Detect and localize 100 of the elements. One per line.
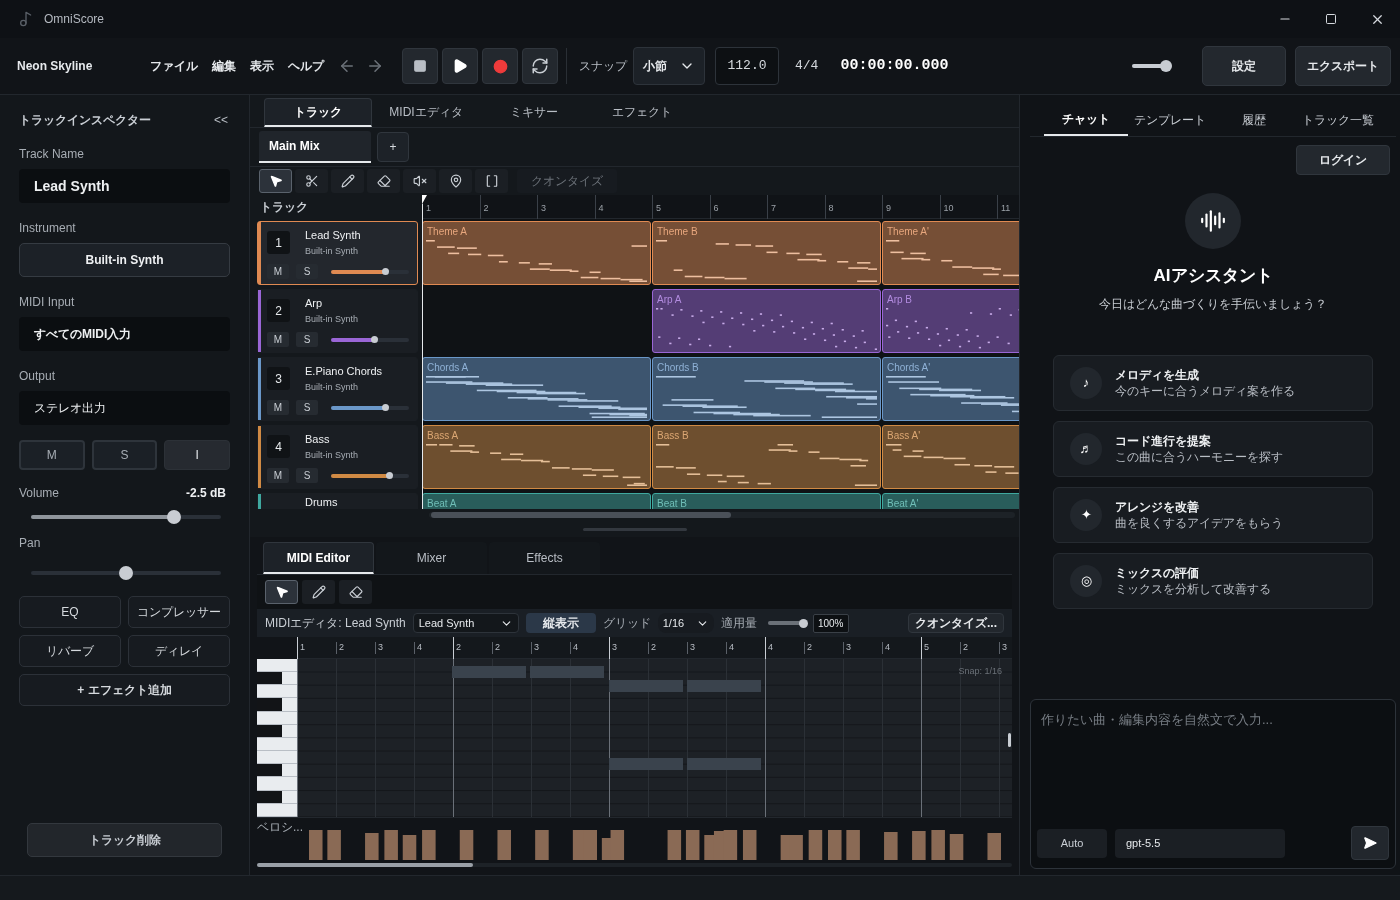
master-volume-slider[interactable] [1132, 60, 1172, 72]
tool-button[interactable] [295, 169, 328, 194]
track-header[interactable]: 1 Lead Synth Built-in Synth M S [257, 221, 418, 286]
clip[interactable]: Beat A' [882, 493, 1019, 510]
clip[interactable]: Bass A [422, 425, 651, 490]
track-volume-slider[interactable] [331, 472, 409, 480]
slider-thumb[interactable] [119, 566, 133, 580]
toggle-button[interactable]: I [164, 440, 230, 470]
tool-button[interactable] [475, 169, 508, 194]
menu-item[interactable]: ヘルプ [286, 57, 326, 75]
track-volume-slider[interactable] [331, 336, 409, 344]
chat-input-field[interactable]: 作りたい曲・編集内容を自然文で入力... [1031, 700, 1395, 826]
view-tab[interactable]: トラック [264, 97, 372, 127]
effect-button[interactable]: EQ [19, 596, 121, 628]
editor-tool-button[interactable] [339, 580, 372, 604]
toggle-button[interactable]: M [19, 440, 85, 470]
clip[interactable]: Theme A' [882, 221, 1019, 286]
view-tab[interactable]: MIDIエディタ [372, 97, 480, 127]
mode-button[interactable]: Auto [1037, 828, 1107, 858]
input-field[interactable]: すべてのMIDI入力 [19, 317, 230, 351]
clip[interactable]: Chords A' [882, 357, 1019, 422]
mute-button[interactable]: M [267, 332, 289, 348]
model-field[interactable]: gpt-5.5 [1115, 828, 1285, 858]
assistant-tab[interactable]: 履歴 [1212, 104, 1296, 136]
track-header[interactable]: 2 Arp Built-in Synth M S [257, 289, 418, 354]
mute-button[interactable]: M [267, 468, 289, 484]
view-tab[interactable]: ミキサー [480, 97, 588, 127]
slider-thumb[interactable] [386, 472, 393, 480]
editor-tab[interactable]: MIDI Editor [263, 542, 374, 574]
slider-thumb[interactable] [382, 268, 390, 276]
login-button[interactable]: ログイン [1296, 145, 1390, 175]
add-mix-button[interactable]: + [377, 132, 409, 163]
slider-thumb[interactable] [382, 404, 390, 412]
transport-button[interactable] [522, 48, 558, 84]
tool-button[interactable] [331, 169, 364, 194]
clip[interactable]: Chords A [422, 357, 651, 422]
chat-composer[interactable]: 作りたい曲・編集内容を自然文で入力... Auto gpt-5.5 [1030, 699, 1396, 869]
clip[interactable]: Theme A [422, 221, 651, 286]
add-effect-button[interactable]: + エフェクト追加 [19, 674, 230, 706]
effect-button[interactable]: リバーブ [19, 635, 121, 667]
redo-arrow-icon[interactable] [366, 57, 384, 75]
clip[interactable]: Beat A [422, 493, 651, 510]
menu-item[interactable]: 表示 [248, 57, 276, 75]
suggestion-card[interactable]: ◎ ミックスの評価 ミックスを分析して改善する [1053, 552, 1373, 609]
track-header[interactable]: 4 Bass Built-in Synth M S [257, 425, 418, 490]
tempo-field[interactable]: 112.0 [715, 47, 779, 85]
transport-button[interactable] [442, 48, 478, 84]
track-header[interactable]: Drums [257, 493, 418, 510]
suggestion-card[interactable]: ✦ アレンジを改善 曲を良くするアイデアをもらう [1053, 486, 1373, 543]
menu-item[interactable]: 編集 [210, 57, 238, 75]
grid-select[interactable]: 1/16 [657, 613, 714, 633]
tool-button[interactable] [259, 169, 292, 194]
track-header[interactable]: 3 E.Piano Chords Built-in Synth M S [257, 357, 418, 422]
track-volume-slider[interactable] [331, 268, 409, 276]
quantize-button[interactable]: クオンタイズ... [908, 613, 1004, 633]
tool-button[interactable] [367, 169, 400, 194]
solo-button[interactable]: S [296, 468, 318, 484]
horizontal-scrollbar[interactable] [257, 863, 1012, 867]
slider-thumb[interactable] [799, 618, 809, 628]
suggestion-card[interactable]: ♬ コード進行を提案 この曲に合うハーモニーを探す [1053, 420, 1373, 477]
effect-button[interactable]: ディレイ [128, 635, 230, 667]
editor-tool-button[interactable] [302, 580, 335, 604]
pan-slider[interactable] [31, 566, 221, 580]
track-volume-slider[interactable] [331, 404, 409, 412]
vertical-scrollbar[interactable] [1008, 733, 1011, 747]
assistant-tab[interactable]: トラック一覧 [1296, 104, 1380, 136]
clip[interactable]: Beat B [652, 493, 881, 510]
snap-select[interactable]: 小節 [633, 47, 705, 85]
track-select[interactable]: Lead Synth [412, 613, 519, 633]
assistant-tab[interactable]: テンプレート [1128, 104, 1212, 136]
clip[interactable]: Chords B [652, 357, 881, 422]
clip[interactable]: Bass B [652, 425, 881, 490]
amount-slider[interactable] [767, 618, 806, 628]
instrument-button[interactable]: Built-in Synth [19, 243, 230, 277]
tool-button[interactable] [439, 169, 472, 194]
splitter-handle[interactable] [582, 527, 687, 531]
solo-button[interactable]: S [296, 264, 318, 280]
collapse-button[interactable]: << [214, 111, 230, 129]
amount-field[interactable]: 100% [812, 613, 849, 633]
effect-button[interactable]: コンプレッサー [128, 596, 230, 628]
slider-thumb[interactable] [371, 336, 379, 344]
toggle-button[interactable]: S [91, 440, 158, 470]
toolbar-button[interactable]: 設定 [1202, 46, 1286, 86]
tool-button[interactable] [403, 169, 436, 194]
assistant-tab[interactable]: チャット [1044, 104, 1128, 136]
solo-button[interactable]: S [296, 332, 318, 348]
transport-button[interactable] [402, 48, 438, 84]
clip[interactable]: Bass A' [882, 425, 1019, 490]
mute-button[interactable]: M [267, 400, 289, 416]
mix-tab[interactable]: Main Mix [259, 131, 371, 164]
menu-item[interactable]: ファイル [148, 57, 200, 75]
slider-thumb[interactable] [1160, 60, 1172, 72]
volume-slider[interactable] [31, 510, 221, 524]
send-button[interactable] [1351, 826, 1389, 860]
clip[interactable]: Theme B [652, 221, 881, 286]
input-field[interactable]: Lead Synth [19, 169, 230, 203]
delete-track-button[interactable]: トラック削除 [27, 823, 222, 857]
slider-thumb[interactable] [166, 510, 181, 524]
editor-tool-button[interactable] [265, 580, 298, 604]
horizontal-scrollbar[interactable] [429, 512, 1015, 519]
